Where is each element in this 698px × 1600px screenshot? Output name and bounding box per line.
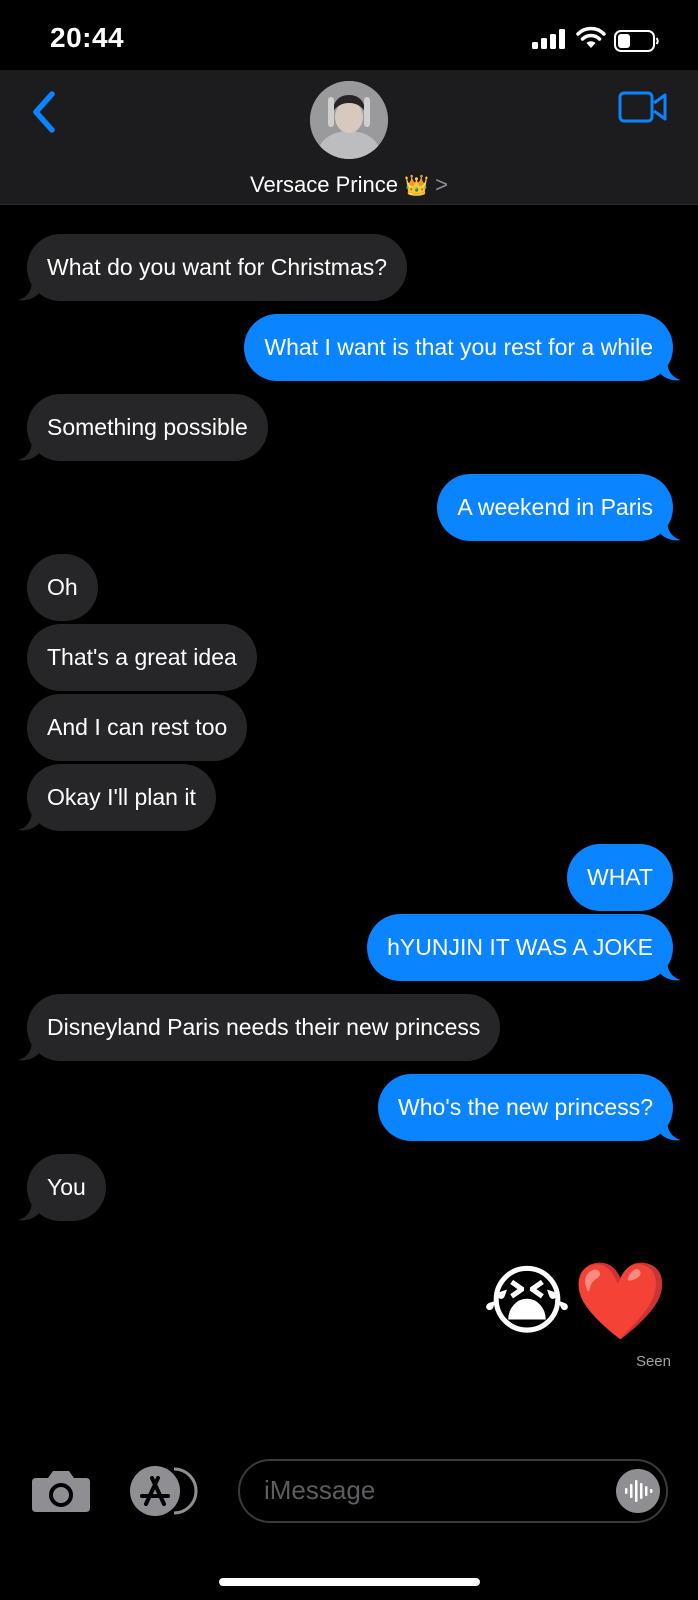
message-received[interactable]: Oh [27, 554, 98, 621]
message-sent[interactable]: hYUNJIN IT WAS A JOKE [367, 914, 673, 981]
back-chevron-icon[interactable] [28, 88, 60, 136]
emoji-message[interactable]: 😭❤️ [483, 1262, 670, 1342]
message-sent[interactable]: What I want is that you rest for a while [244, 314, 673, 381]
message-received[interactable]: And I can rest too [27, 694, 248, 761]
avatar-photo [310, 81, 388, 159]
bubble-tail [18, 1040, 40, 1061]
message-received[interactable]: That's a great idea [27, 624, 257, 691]
message-received[interactable]: Disneyland Paris needs their new princes… [27, 994, 501, 1061]
bubble-tail [659, 520, 681, 541]
bubble-tail [18, 440, 40, 461]
audio-waveform-icon[interactable] [616, 1469, 660, 1513]
message-sent[interactable]: WHAT [566, 844, 673, 911]
message-input[interactable]: iMessage [238, 1459, 668, 1523]
battery-icon [614, 30, 659, 52]
bubble-tail [18, 810, 40, 831]
bubble-tail [18, 280, 40, 301]
contact-avatar[interactable] [310, 81, 388, 159]
message-received[interactable]: What do you want for Christmas? [27, 234, 408, 301]
bubble-tail [659, 360, 681, 381]
wifi-icon [576, 26, 606, 48]
contact-name: Versace Prince [250, 172, 398, 197]
conversation-header: Versace Prince 👑 > [0, 70, 698, 205]
status-time: 20:44 [50, 22, 125, 53]
bubble-tail [18, 1200, 40, 1221]
message-input-placeholder: iMessage [264, 1475, 376, 1505]
contact-name-button[interactable]: Versace Prince 👑 > [0, 172, 698, 198]
message-received[interactable]: Okay I'll plan it [27, 764, 216, 831]
message-sent[interactable]: Who's the new princess? [378, 1074, 673, 1141]
home-indicator[interactable] [219, 1578, 480, 1586]
camera-icon[interactable] [30, 1468, 92, 1514]
message-sent[interactable]: A weekend in Paris [437, 474, 673, 541]
crown-emoji: 👑 [404, 175, 429, 197]
status-bar: 20:44 [0, 0, 698, 70]
bubble-tail [659, 1120, 681, 1141]
bubble-tail [659, 960, 681, 981]
video-call-icon[interactable] [618, 90, 668, 124]
app-store-icon[interactable] [128, 1464, 200, 1518]
signal-icon [532, 29, 565, 49]
chevron-right-icon: > [435, 172, 448, 197]
read-receipt: Seen [635, 1353, 671, 1370]
message-received[interactable]: Something possible [27, 394, 268, 461]
